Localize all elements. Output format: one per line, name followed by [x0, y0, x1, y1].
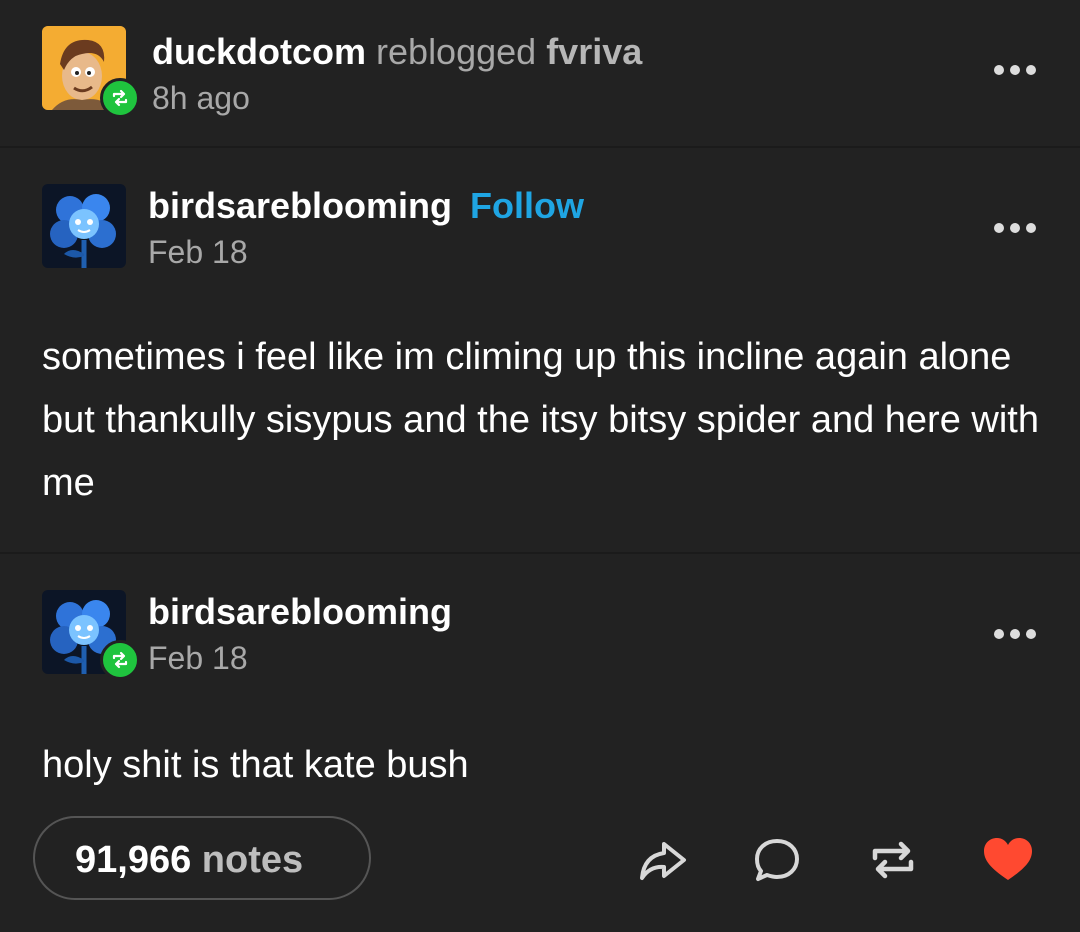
source-username[interactable]: fvriva	[546, 31, 642, 72]
original-post-more-button[interactable]	[994, 220, 1040, 234]
reblog-icon	[112, 89, 128, 107]
like-button[interactable]	[980, 832, 1036, 888]
share-icon	[640, 842, 686, 880]
original-post-header: birdsareblooming Follow	[148, 186, 584, 226]
share-button[interactable]	[634, 832, 690, 888]
reply-post-body: holy shit is that kate bush	[42, 744, 469, 786]
reblogged-text: reblogged	[376, 31, 537, 72]
reply-button[interactable]	[749, 832, 805, 888]
notes-label: notes	[201, 839, 304, 881]
original-post: birdsareblooming Follow Feb 18 sometimes …	[0, 148, 1080, 552]
reply-post-date: Feb 18	[148, 640, 248, 676]
reblog-header: duckdotcom reblogged fvriva 8h ago	[0, 0, 1080, 146]
notes-text: 91,966 notes	[75, 840, 303, 880]
post-more-button[interactable]	[994, 62, 1040, 76]
reblog-badge	[100, 640, 140, 680]
original-post-date: Feb 18	[148, 234, 248, 270]
reblog-line: duckdotcom reblogged fvriva	[152, 32, 642, 72]
notes-button[interactable]: 91,966 notes	[33, 816, 371, 900]
original-post-body: sometimes i feel like im climing up this…	[42, 336, 1039, 504]
reblog-badge	[100, 78, 140, 118]
reply-username[interactable]: birdsareblooming	[148, 591, 452, 632]
comment-icon	[755, 839, 799, 881]
reblogger-username[interactable]: duckdotcom	[152, 31, 366, 72]
reblog-time: 8h ago	[152, 80, 250, 116]
birdsareblooming-avatar[interactable]	[42, 184, 126, 268]
reply-post: birdsareblooming Feb 18 holy shit is tha…	[0, 554, 1080, 804]
notes-count: 91,966	[75, 839, 192, 881]
follow-button[interactable]: Follow	[470, 185, 584, 226]
reblog-icon	[872, 841, 914, 879]
reblog-button[interactable]	[865, 832, 921, 888]
reply-post-header: birdsareblooming	[148, 592, 452, 632]
reblog-icon	[112, 651, 128, 669]
original-username[interactable]: birdsareblooming	[148, 185, 452, 226]
heart-icon	[984, 838, 1032, 880]
reply-post-more-button[interactable]	[994, 626, 1040, 640]
